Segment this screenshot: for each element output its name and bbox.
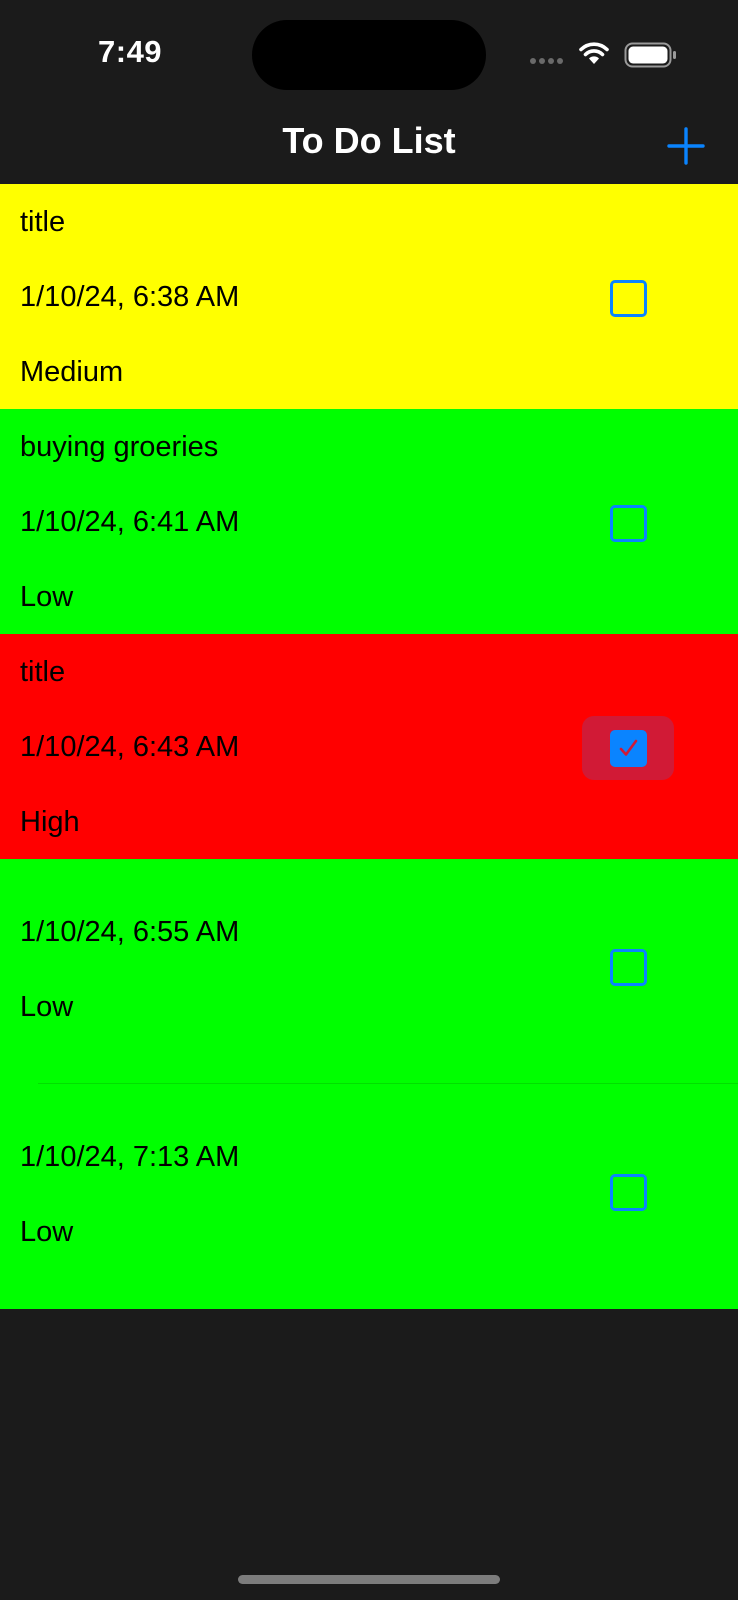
todo-date: 1/10/24, 6:43 AM (20, 731, 240, 763)
todo-date: 1/10/24, 6:41 AM (20, 506, 240, 538)
todo-row[interactable]: 1/10/24, 6:55 AM Low (0, 859, 738, 1084)
todo-priority: Low (20, 991, 74, 1023)
todo-title: title (20, 656, 66, 688)
home-indicator (238, 1575, 500, 1584)
todo-checkbox[interactable] (582, 716, 674, 780)
todo-date: 1/10/24, 6:55 AM (20, 916, 240, 948)
todo-priority: Low (20, 1216, 74, 1248)
todo-checkbox[interactable] (582, 935, 674, 999)
checkbox-box (610, 280, 647, 317)
todo-date: 1/10/24, 7:13 AM (20, 1141, 240, 1173)
todo-priority: High (20, 806, 80, 838)
todo-list: title 1/10/24, 6:38 AM Medium buying groeri… (0, 184, 738, 1309)
page-title: To Do List (282, 120, 456, 161)
battery-icon (624, 42, 676, 68)
checkbox-box (610, 730, 647, 767)
todo-row[interactable]: buying groeries 1/10/24, 6:41 AM Low (0, 409, 738, 634)
checkmark-icon (619, 739, 638, 756)
status-bar: 7:49 (0, 0, 738, 108)
todo-checkbox[interactable] (582, 491, 674, 555)
todo-priority: Low (20, 581, 74, 613)
navigation-bar: To Do List (0, 108, 738, 184)
status-time: 7:49 (98, 34, 163, 69)
todo-row[interactable]: title 1/10/24, 6:43 AM High (0, 634, 738, 859)
checkbox-box (610, 505, 647, 542)
wifi-icon (579, 42, 609, 64)
add-todo-button[interactable] (664, 124, 708, 168)
todo-row[interactable]: title 1/10/24, 6:38 AM Medium (0, 184, 738, 409)
todo-title: title (20, 206, 66, 238)
checkbox-box (610, 949, 647, 986)
todo-row[interactable]: 1/10/24, 7:13 AM Low (0, 1084, 738, 1309)
plus-icon (667, 127, 705, 165)
todo-checkbox[interactable] (582, 1160, 674, 1224)
todo-checkbox[interactable] (582, 266, 674, 330)
todo-title: buying groeries (20, 431, 219, 463)
dynamic-island (252, 20, 486, 90)
todo-priority: Medium (20, 356, 124, 388)
cellular-signal-icon (530, 58, 566, 76)
checkbox-box (610, 1174, 647, 1211)
todo-date: 1/10/24, 6:38 AM (20, 281, 240, 313)
